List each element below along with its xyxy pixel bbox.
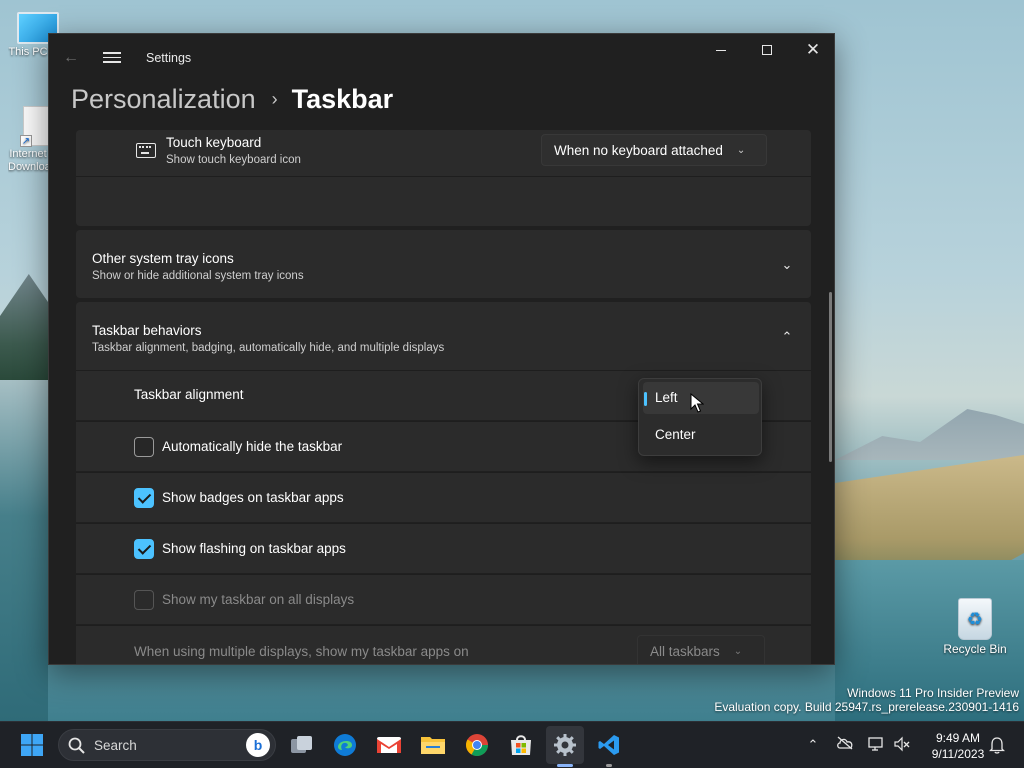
taskbar-behaviors-card[interactable]: Taskbar behaviors Taskbar alignment, bad… bbox=[76, 302, 811, 370]
flashing-row[interactable]: Show flashing on taskbar apps bbox=[76, 523, 811, 573]
flashing-checkbox[interactable] bbox=[134, 539, 154, 559]
badges-row[interactable]: Show badges on taskbar apps bbox=[76, 472, 811, 522]
clock-time: 9:49 AM bbox=[935, 731, 981, 745]
back-arrow-icon[interactable]: ← bbox=[63, 48, 83, 68]
onedrive-offline-icon[interactable] bbox=[836, 736, 854, 754]
touch-keyboard-subtitle: Show touch keyboard icon bbox=[166, 154, 301, 166]
mouse-cursor-icon bbox=[690, 393, 704, 413]
chrome-button[interactable] bbox=[463, 731, 491, 759]
task-view-button[interactable] bbox=[288, 731, 316, 759]
other-tray-text: Other system tray icons Show or hide add… bbox=[92, 251, 304, 282]
settings-window: ← Settings ✕ Personalization › Taskbar T… bbox=[48, 33, 835, 665]
maximize-button[interactable] bbox=[744, 34, 790, 66]
chevron-down-icon[interactable]: ⌄ bbox=[779, 257, 795, 273]
clock[interactable]: 9:49 AM 9/11/2023 bbox=[922, 730, 994, 762]
desktop-icon-label: Recycle Bin bbox=[943, 642, 1007, 656]
all-displays-checkbox bbox=[134, 590, 154, 610]
active-app-indicator bbox=[557, 764, 573, 767]
minimize-icon bbox=[716, 49, 726, 51]
vscode-icon bbox=[598, 735, 619, 755]
wallpaper-mountain-right bbox=[835, 409, 1024, 460]
chevron-up-icon[interactable]: ⌃ bbox=[779, 329, 795, 345]
all-displays-label: Show my taskbar on all displays bbox=[162, 592, 355, 607]
chevron-down-icon: ⌄ bbox=[736, 144, 746, 156]
search-icon bbox=[68, 737, 85, 754]
network-icon[interactable] bbox=[867, 736, 885, 754]
file-explorer-button[interactable] bbox=[419, 731, 447, 759]
breadcrumb: Personalization › Taskbar bbox=[71, 81, 393, 117]
touch-keyboard-dropdown[interactable]: When no keyboard attached ⌄ bbox=[541, 134, 767, 166]
bing-icon[interactable]: b bbox=[246, 733, 270, 757]
all-displays-row: Show my taskbar on all displays bbox=[76, 574, 811, 624]
dropdown-value: All taskbars bbox=[650, 643, 720, 659]
desktop-icon-recycle-bin[interactable]: ♻ Recycle Bin bbox=[942, 598, 1008, 656]
chevron-right-icon: › bbox=[271, 88, 278, 109]
title-bar: ← Settings ✕ bbox=[49, 34, 834, 82]
taskbar: Search b ⌃ 9:49 AM 9/11/2023 bbox=[0, 721, 1024, 768]
close-button[interactable]: ✕ bbox=[790, 34, 834, 66]
touch-keyboard-title: Touch keyboard bbox=[166, 135, 262, 150]
start-button[interactable] bbox=[18, 731, 46, 759]
edge-icon bbox=[334, 734, 356, 756]
watermark-line2: Evaluation copy. Build 25947.rs_prerelea… bbox=[714, 700, 1019, 714]
watermark-line1: Windows 11 Pro Insider Preview bbox=[847, 686, 1019, 700]
scrollbar-thumb[interactable] bbox=[829, 292, 832, 462]
maximize-icon bbox=[762, 45, 772, 55]
folder-icon bbox=[421, 737, 445, 754]
windows-logo-icon bbox=[21, 734, 43, 756]
touch-keyboard-text: Touch keyboard Show touch keyboard icon bbox=[166, 135, 301, 166]
store-icon bbox=[511, 735, 531, 755]
auto-hide-label: Automatically hide the taskbar bbox=[162, 439, 343, 454]
multi-display-label: When using multiple displays, show my ta… bbox=[134, 644, 469, 659]
taskbar-alignment-popup: Left Center bbox=[638, 378, 762, 456]
badges-checkbox[interactable] bbox=[134, 488, 154, 508]
chevron-up-icon[interactable]: ⌃ bbox=[804, 736, 822, 754]
search-box[interactable]: Search b bbox=[58, 729, 276, 761]
gmail-button[interactable] bbox=[375, 731, 403, 759]
edge-button[interactable] bbox=[331, 731, 359, 759]
chevron-down-icon: ⌄ bbox=[733, 645, 743, 657]
multi-display-row: When using multiple displays, show my ta… bbox=[76, 625, 811, 664]
page-title: Taskbar bbox=[291, 83, 394, 114]
other-tray-subtitle: Show or hide additional system tray icon… bbox=[92, 270, 304, 282]
breadcrumb-personalization[interactable]: Personalization bbox=[71, 84, 256, 115]
volume-muted-icon[interactable] bbox=[893, 736, 911, 754]
wallpaper-lake-left bbox=[0, 380, 48, 721]
running-app-indicator bbox=[606, 764, 612, 767]
notification-bell-icon[interactable] bbox=[988, 736, 1006, 754]
search-placeholder: Search bbox=[94, 738, 137, 753]
wallpaper-mountain-left bbox=[0, 274, 48, 400]
dropdown-value: When no keyboard attached bbox=[554, 142, 723, 158]
vscode-button[interactable] bbox=[595, 731, 623, 759]
gear-icon bbox=[554, 734, 576, 756]
alignment-option-center[interactable]: Center bbox=[643, 419, 759, 451]
close-icon: ✕ bbox=[805, 40, 821, 59]
other-tray-icons-card[interactable]: Other system tray icons Show or hide add… bbox=[76, 230, 811, 298]
settings-button[interactable] bbox=[551, 731, 579, 759]
auto-hide-checkbox[interactable] bbox=[134, 437, 154, 457]
badges-label: Show badges on taskbar apps bbox=[162, 490, 344, 505]
keyboard-icon bbox=[136, 143, 156, 158]
multi-display-dropdown: All taskbars ⌄ bbox=[637, 635, 765, 664]
evaluation-watermark: Windows 11 Pro Insider Preview Evaluatio… bbox=[714, 686, 1019, 714]
divider bbox=[76, 176, 811, 177]
chrome-icon bbox=[466, 734, 488, 756]
task-view-icon bbox=[291, 736, 312, 753]
taskbar-behaviors-subtitle: Taskbar alignment, badging, automaticall… bbox=[92, 342, 445, 354]
taskbar-behaviors-title: Taskbar behaviors bbox=[92, 323, 202, 338]
minimize-button[interactable] bbox=[698, 34, 744, 66]
hamburger-menu-icon[interactable] bbox=[103, 49, 121, 67]
store-button[interactable] bbox=[507, 731, 535, 759]
taskbar-alignment-label: Taskbar alignment bbox=[134, 387, 244, 402]
clock-date: 9/11/2023 bbox=[931, 747, 985, 761]
recycle-bin-icon: ♻ bbox=[958, 598, 992, 640]
flashing-label: Show flashing on taskbar apps bbox=[162, 541, 346, 556]
window-title: Settings bbox=[146, 51, 192, 65]
gmail-icon bbox=[377, 737, 401, 753]
desktop-icon-label: Internet Downloads bbox=[8, 148, 48, 173]
other-tray-title: Other system tray icons bbox=[92, 251, 234, 266]
touch-keyboard-card: Touch keyboard Show touch keyboard icon … bbox=[76, 130, 811, 226]
desktop-icon-label: This PC bbox=[8, 46, 48, 58]
taskbar-behaviors-text: Taskbar behaviors Taskbar alignment, bad… bbox=[92, 323, 444, 354]
